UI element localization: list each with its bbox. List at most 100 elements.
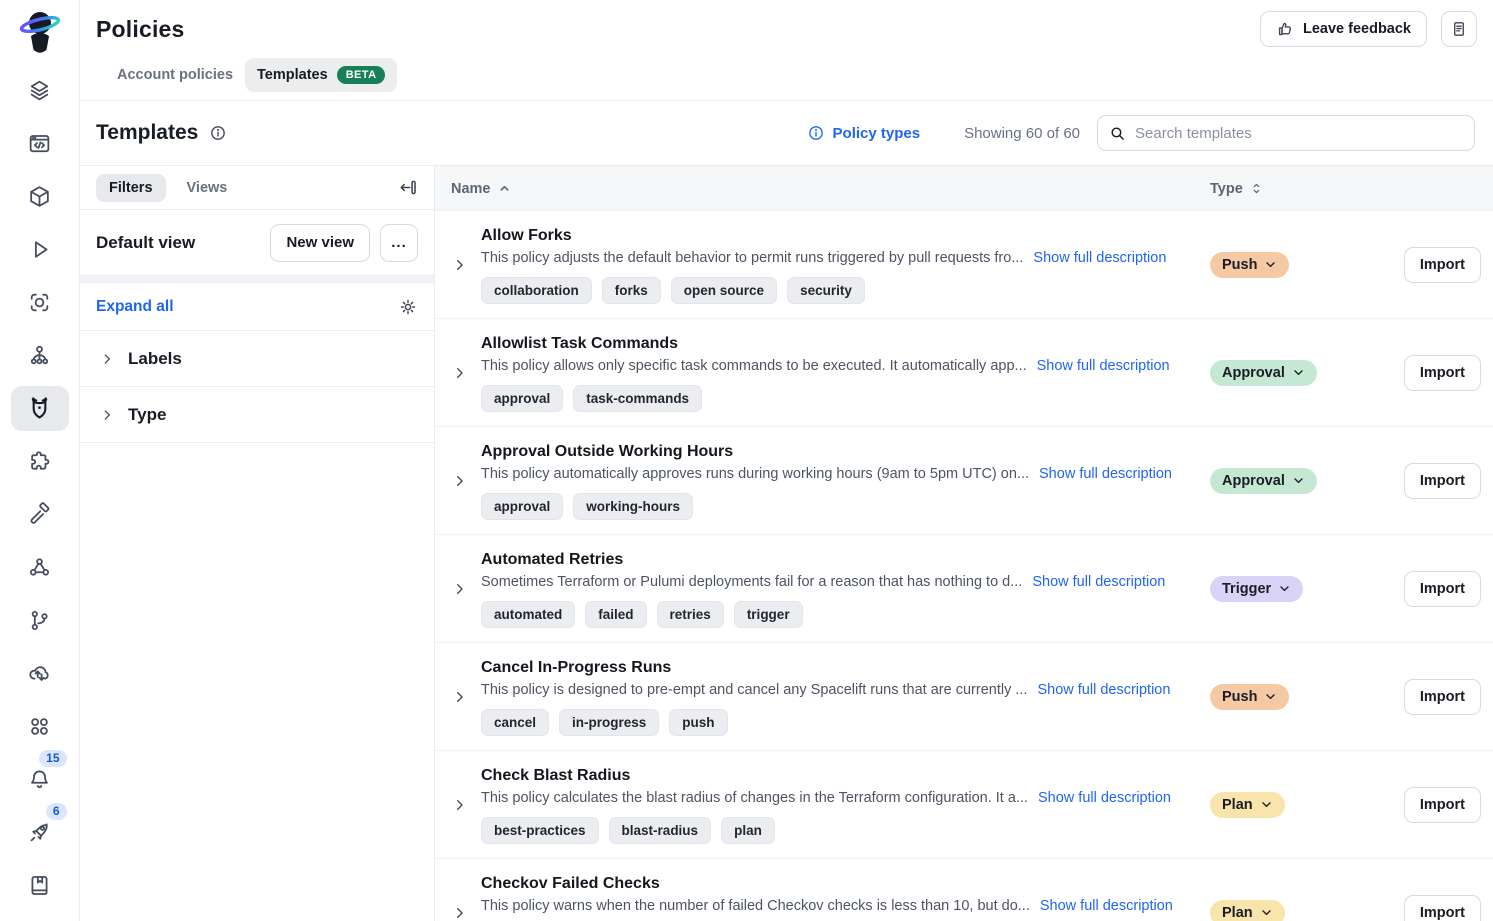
expand-row-chevron-icon[interactable] (452, 689, 467, 704)
expand-row-chevron-icon[interactable] (452, 473, 467, 488)
expand-row-chevron-icon[interactable] (452, 797, 467, 812)
row-description-line: This policy calculates the blast radius … (481, 790, 1493, 806)
type-badge[interactable]: Plan (1210, 900, 1285, 921)
column-header-type[interactable]: Type (1210, 166, 1262, 211)
tag-pill[interactable]: open source (671, 277, 777, 304)
new-view-button[interactable]: New view (270, 224, 370, 262)
expand-row-chevron-icon[interactable] (452, 905, 467, 920)
tag-pill[interactable]: blast-radius (609, 817, 712, 844)
template-description: This policy allows only specific task co… (481, 358, 1027, 374)
tag-pill[interactable]: automated (481, 601, 575, 628)
type-badge[interactable]: Push (1210, 252, 1289, 278)
nav-hierarchy-icon[interactable] (11, 333, 69, 378)
tag-pill[interactable]: working-hours (573, 493, 693, 520)
tag-pill[interactable]: plan (721, 817, 775, 844)
row-description-line: Sometimes Terraform or Pulumi deployment… (481, 574, 1493, 590)
nav-layers-icon[interactable] (11, 68, 69, 113)
show-full-description-link[interactable]: Show full description (1032, 574, 1165, 590)
type-badge[interactable]: Approval (1210, 468, 1317, 494)
import-button[interactable]: Import (1404, 463, 1481, 499)
changelog-document-button[interactable] (1441, 11, 1477, 47)
search-input[interactable] (1135, 125, 1463, 142)
nav-notifications-bell-icon[interactable]: 15 (11, 757, 69, 802)
row-description-line: This policy automatically approves runs … (481, 466, 1493, 482)
type-badge[interactable]: Trigger (1210, 576, 1303, 602)
tab-filters[interactable]: Filters (96, 174, 166, 202)
row-main: Check Blast Radius This policy calculate… (481, 751, 1493, 844)
type-badge[interactable]: Plan (1210, 792, 1285, 818)
nav-puzzle-icon[interactable] (11, 439, 69, 484)
tag-pill[interactable]: forks (602, 277, 661, 304)
template-name: Allowlist Task Commands (481, 335, 1493, 353)
expand-all-link[interactable]: Expand all (96, 298, 174, 316)
tab-account-policies[interactable]: Account policies (105, 59, 245, 91)
nav-cloud-sync-icon[interactable] (11, 651, 69, 696)
tag-pill[interactable]: approval (481, 493, 563, 520)
expand-row-chevron-icon[interactable] (452, 581, 467, 596)
tag-pill[interactable]: failed (585, 601, 646, 628)
tag-pill[interactable]: cancel (481, 709, 549, 736)
show-full-description-link[interactable]: Show full description (1038, 790, 1171, 806)
column-header-name[interactable]: Name (451, 166, 510, 211)
row-description-line: This policy is designed to pre-empt and … (481, 682, 1493, 698)
nav-book-icon[interactable] (11, 863, 69, 908)
gear-icon[interactable] (398, 297, 418, 317)
table-header: Name Type (435, 166, 1493, 211)
template-description: This policy warns when the number of fai… (481, 898, 1030, 914)
tag-pill[interactable]: in-progress (559, 709, 659, 736)
tag-pill[interactable]: retries (657, 601, 724, 628)
type-badge[interactable]: Approval (1210, 360, 1317, 386)
expand-row-chevron-icon[interactable] (452, 365, 467, 380)
tag-pill[interactable]: approval (481, 385, 563, 412)
show-full-description-link[interactable]: Show full description (1040, 898, 1173, 914)
type-badge-label: Trigger (1222, 581, 1271, 597)
nav-launchpad-rocket-icon[interactable]: 6 (11, 810, 69, 855)
thumbs-up-icon (1276, 20, 1294, 38)
show-full-description-link[interactable]: Show full description (1037, 682, 1170, 698)
import-button[interactable]: Import (1404, 679, 1481, 715)
tag-pill[interactable]: security (787, 277, 865, 304)
tab-views[interactable]: Views (174, 174, 241, 202)
template-row: Automated Retries Sometimes Terraform or… (435, 535, 1493, 643)
tag-pill[interactable]: task-commands (573, 385, 702, 412)
show-full-description-link[interactable]: Show full description (1033, 250, 1166, 266)
import-button[interactable]: Import (1404, 895, 1481, 921)
nav-nodes-icon[interactable] (11, 545, 69, 590)
row-description-line: This policy allows only specific task co… (481, 358, 1493, 374)
import-button[interactable]: Import (1404, 571, 1481, 607)
section-title-wrap: Templates (96, 121, 227, 145)
nav-git-branch-icon[interactable] (11, 598, 69, 643)
nav-code-window-icon[interactable] (11, 121, 69, 166)
nav-viewfinder-icon[interactable] (11, 280, 69, 325)
nav-policies-shield-icon[interactable] (11, 386, 69, 431)
view-more-button[interactable]: ... (380, 224, 418, 262)
tag-pill[interactable]: best-practices (481, 817, 599, 844)
leave-feedback-button[interactable]: Leave feedback (1260, 11, 1427, 47)
filter-group-labels[interactable]: Labels (80, 331, 434, 387)
tag-pill[interactable]: collaboration (481, 277, 592, 304)
collapse-panel-icon[interactable] (397, 177, 418, 198)
nav-hammer-icon[interactable] (11, 492, 69, 537)
expand-row-chevron-icon[interactable] (452, 257, 467, 272)
nav-apps-grid-icon[interactable] (11, 704, 69, 749)
chevron-down-icon (1278, 582, 1291, 595)
row-description-line: This policy warns when the number of fai… (481, 898, 1493, 914)
spacelift-logo-icon[interactable] (18, 8, 62, 54)
tag-pill[interactable]: push (669, 709, 727, 736)
template-name: Allow Forks (481, 227, 1493, 245)
import-button[interactable]: Import (1404, 355, 1481, 391)
type-badge-label: Plan (1222, 797, 1253, 813)
tab-templates[interactable]: Templates BETA (245, 58, 397, 92)
policy-types-link[interactable]: Policy types (807, 124, 921, 142)
templates-info-icon[interactable] (209, 124, 227, 142)
import-button[interactable]: Import (1404, 247, 1481, 283)
chevron-down-icon (1260, 906, 1273, 919)
nav-cube-icon[interactable] (11, 174, 69, 219)
nav-play-icon[interactable] (11, 227, 69, 272)
type-badge[interactable]: Push (1210, 684, 1289, 710)
filter-group-type[interactable]: Type (80, 387, 434, 443)
show-full-description-link[interactable]: Show full description (1037, 358, 1170, 374)
import-button[interactable]: Import (1404, 787, 1481, 823)
tag-pill[interactable]: trigger (734, 601, 803, 628)
show-full-description-link[interactable]: Show full description (1039, 466, 1172, 482)
